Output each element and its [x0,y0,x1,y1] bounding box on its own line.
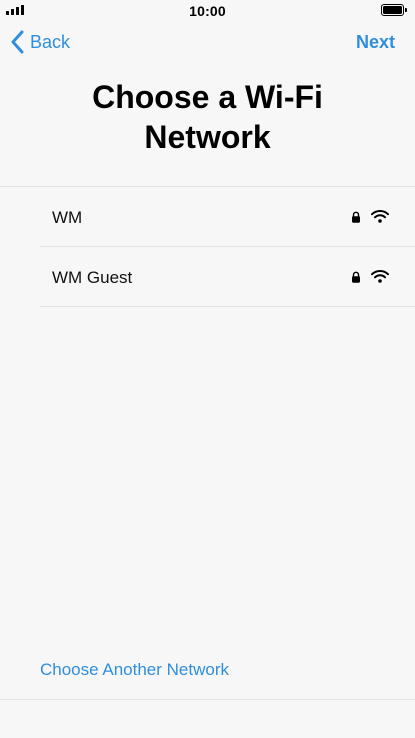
status-bar: 10:00 [0,0,415,20]
lock-icon [352,211,360,223]
network-row-wm[interactable]: WM [40,187,415,247]
chevron-left-icon [11,30,24,54]
wifi-setup-screen: 10:00 Back Next Choose a Wi-Fi Network W… [0,0,415,738]
network-list: WM WM Guest [0,186,415,307]
divider [0,699,415,700]
status-time: 10:00 [189,3,226,19]
page-title: Choose a Wi-Fi Network [92,79,323,155]
next-button[interactable]: Next [356,32,395,53]
choose-another-network-button[interactable]: Choose Another Network [40,660,229,680]
network-name: WM Guest [52,268,133,287]
wifi-icon [371,270,389,283]
lock-icon [352,271,360,283]
battery-icon [381,4,407,16]
wifi-icon [371,210,389,223]
back-button-label: Back [30,31,71,52]
network-row-wm-guest[interactable]: WM Guest [40,247,415,307]
back-button[interactable]: Back [10,29,70,55]
network-name: WM [52,208,83,227]
